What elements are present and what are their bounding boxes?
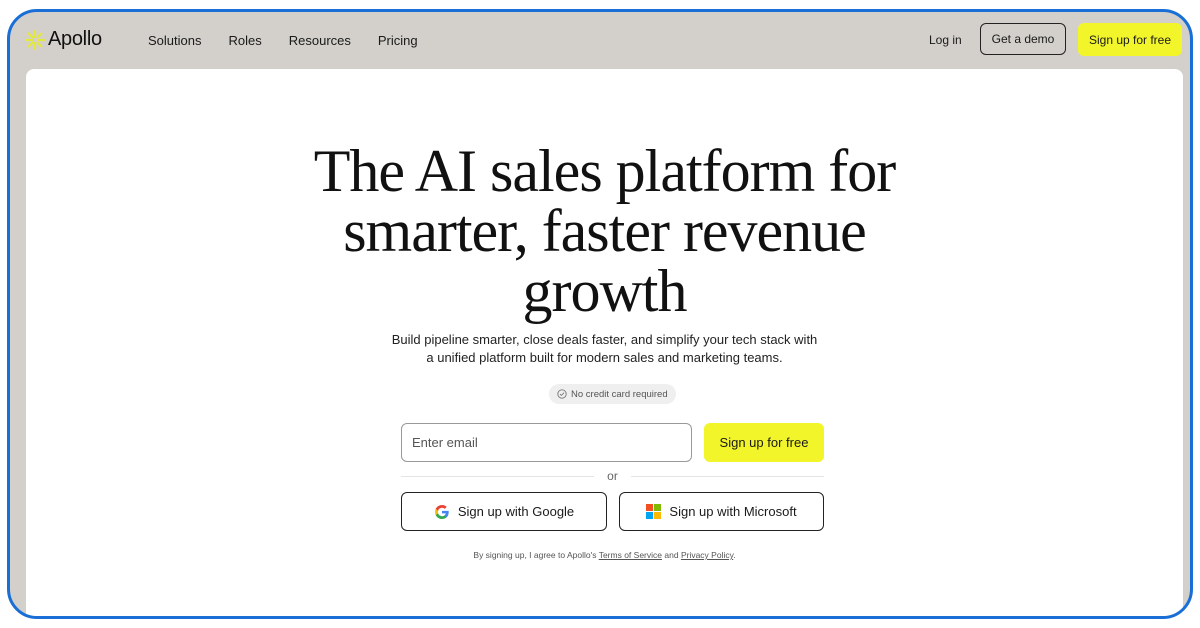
- browser-frame: Apollo Solutions Roles Resources Pricing…: [7, 9, 1193, 619]
- google-button-label: Sign up with Google: [457, 504, 575, 519]
- nav-links: Solutions Roles Resources Pricing: [148, 33, 445, 48]
- terms-link[interactable]: Terms of Service: [599, 550, 662, 560]
- or-divider: or: [401, 468, 825, 484]
- check-circle-icon: [557, 389, 567, 399]
- headline-line: growth: [522, 258, 688, 324]
- divider-line: [401, 475, 595, 477]
- legal-prefix: By signing up, I agree to Apollo's: [473, 550, 597, 560]
- no-credit-card-badge: No credit card required: [549, 384, 676, 404]
- headline-line: The AI sales platform for: [313, 138, 896, 204]
- login-link[interactable]: Log in: [929, 33, 962, 47]
- nav-link-resources[interactable]: Resources: [289, 33, 351, 48]
- apollo-sunburst-icon: [24, 29, 46, 50]
- subtext-line: a unified platform built for modern sale…: [426, 350, 783, 365]
- google-icon: [434, 504, 449, 519]
- legal-suffix: .: [733, 550, 736, 560]
- logo[interactable]: Apollo: [24, 28, 102, 51]
- subtext-line: Build pipeline smarter, close deals fast…: [391, 332, 818, 347]
- nav-signup-button[interactable]: Sign up for free: [1078, 23, 1182, 56]
- headline-line: smarter, faster revenue: [343, 198, 867, 264]
- google-signup-button[interactable]: Sign up with Google: [401, 492, 607, 531]
- hero-headline: The AI sales platform for smarter, faste…: [26, 141, 1183, 321]
- microsoft-icon: [646, 504, 662, 519]
- or-label: or: [607, 469, 618, 483]
- legal-text: By signing up, I agree to Apollo's Terms…: [26, 550, 1183, 560]
- hero-subtext: Build pipeline smarter, close deals fast…: [26, 331, 1183, 367]
- nav-link-pricing[interactable]: Pricing: [378, 33, 418, 48]
- microsoft-button-label: Sign up with Microsoft: [669, 504, 797, 519]
- microsoft-signup-button[interactable]: Sign up with Microsoft: [619, 492, 824, 531]
- privacy-link[interactable]: Privacy Policy: [681, 550, 733, 560]
- top-nav: Apollo Solutions Roles Resources Pricing…: [10, 12, 1190, 70]
- badge-label: No credit card required: [571, 388, 668, 400]
- divider-line: [630, 475, 825, 477]
- signup-button[interactable]: Sign up for free: [704, 423, 824, 462]
- get-demo-button[interactable]: Get a demo: [980, 23, 1066, 55]
- nav-link-solutions[interactable]: Solutions: [148, 33, 201, 48]
- logo-text: Apollo: [48, 28, 102, 50]
- nav-link-roles[interactable]: Roles: [228, 33, 261, 48]
- hero-panel: The AI sales platform for smarter, faste…: [26, 69, 1183, 616]
- legal-and: and: [664, 550, 679, 560]
- email-input[interactable]: [401, 423, 692, 462]
